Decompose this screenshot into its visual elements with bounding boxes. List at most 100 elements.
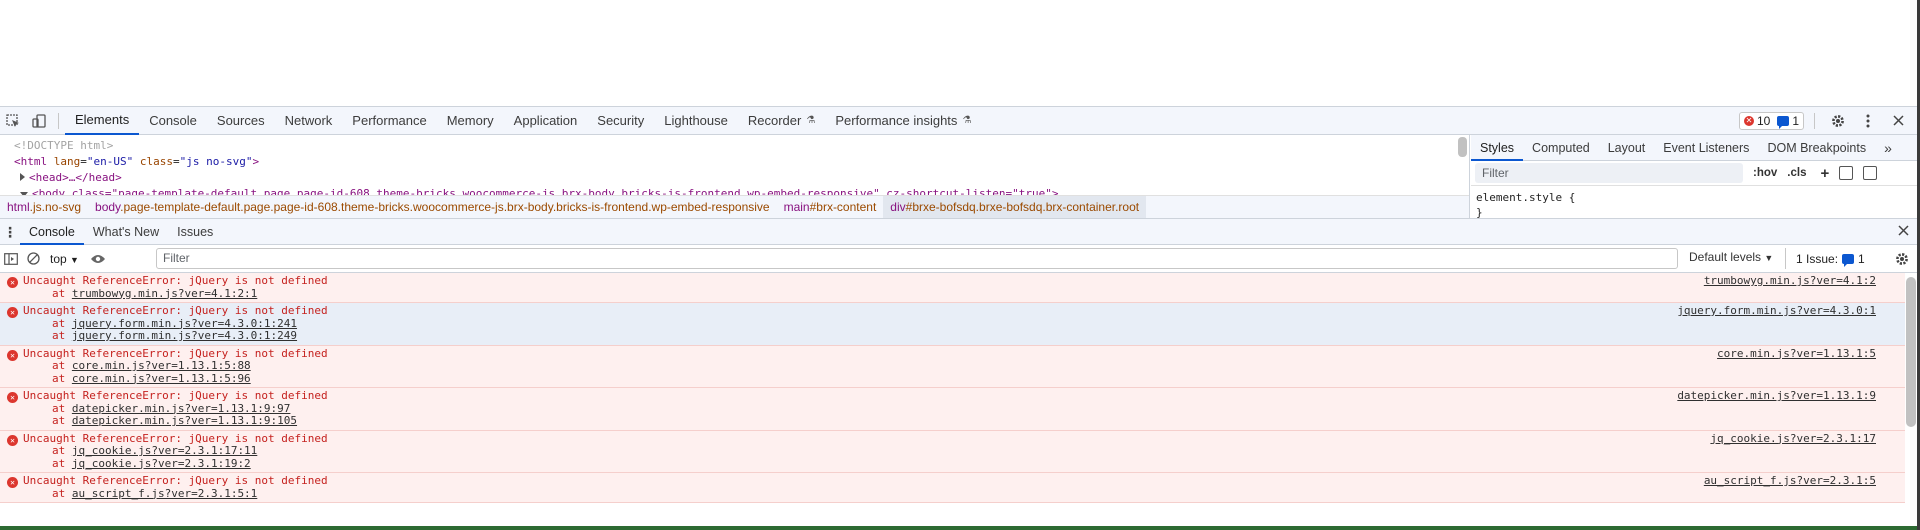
error-icon: ✕	[7, 307, 18, 318]
stack-frame-link[interactable]: core.min.js?ver=1.13.1:5:96	[72, 372, 251, 385]
more-tabs-chevron-icon[interactable]: »	[1875, 135, 1901, 161]
source-link[interactable]: datepicker.min.js?ver=1.13.1:9	[1677, 389, 1876, 403]
stack-frame-link[interactable]: core.min.js?ver=1.13.1:5:88	[72, 359, 251, 372]
dom-html-node[interactable]: <html lang="en-US" class="js no-svg">	[14, 154, 259, 169]
breadcrumb-item[interactable]: main#brx-content	[777, 196, 884, 219]
stack-frame-link[interactable]: datepicker.min.js?ver=1.13.1:9:97	[72, 402, 291, 415]
tab-application[interactable]: Application	[504, 107, 588, 135]
styles-tab-styles[interactable]: Styles	[1471, 135, 1524, 161]
console-scrollbar[interactable]	[1906, 277, 1916, 427]
body-tag: <body class="page-template-default page …	[32, 187, 1059, 195]
new-style-rule-button[interactable]: +	[1820, 165, 1829, 182]
element-style-rule[interactable]: element.style { }	[1471, 186, 1917, 218]
stack-frame: at au_script_f.js?ver=2.3.1:5:1	[52, 486, 258, 500]
dom-scrollbar[interactable]	[1458, 137, 1467, 157]
paint-bucket-icon[interactable]	[1839, 166, 1854, 180]
error-message-text: Uncaught ReferenceError: jQuery is not d…	[23, 346, 328, 360]
issues-counter-button[interactable]: 1 Issue: 1	[1785, 248, 1865, 269]
dom-body-node[interactable]: <body class="page-template-default page …	[20, 186, 1059, 195]
stack-frame-link[interactable]: jq_cookie.js?ver=2.3.1:19:2	[72, 457, 251, 470]
tab-lighthouse[interactable]: Lighthouse	[654, 107, 738, 135]
error-count-badge[interactable]: ✕ 10 1	[1738, 111, 1804, 130]
inspect-element-icon[interactable]	[0, 107, 26, 134]
dom-doctype[interactable]: <!DOCTYPE html>	[14, 138, 113, 153]
source-link[interactable]: jq_cookie.js?ver=2.3.1:17	[1710, 432, 1876, 446]
hov-toggle-button[interactable]: :hov	[1753, 167, 1777, 179]
tab-performance[interactable]: Performance	[342, 107, 436, 135]
tab-security[interactable]: Security	[587, 107, 654, 135]
stack-frame-link[interactable]: trumbowyg.min.js?ver=4.1:2:1	[72, 287, 257, 300]
styles-tab-dom-breakpoints[interactable]: DOM Breakpoints	[1758, 135, 1875, 161]
clear-console-icon[interactable]	[22, 246, 44, 272]
styles-tab-event-listeners[interactable]: Event Listeners	[1654, 135, 1758, 161]
styles-tab-computed[interactable]: Computed	[1523, 135, 1599, 161]
close-icon[interactable]	[1885, 107, 1911, 134]
tab-performance-insights[interactable]: Performance insights ⚗	[825, 107, 981, 135]
console-toolbar: top ▼ Filter Default levels ▼ 1 Issue: 1	[0, 245, 1917, 273]
console-filter-input[interactable]: Filter	[156, 248, 1678, 269]
breadcrumb-item[interactable]: div#brxe-bofsdq.brxe-bofsdq.brx-containe…	[883, 195, 1147, 218]
stack-frame: at datepicker.min.js?ver=1.13.1:9:105	[52, 414, 298, 427]
source-link[interactable]: au_script_f.js?ver=2.3.1:5	[1704, 474, 1876, 488]
tab-memory[interactable]: Memory	[437, 107, 504, 135]
stack-frame-link[interactable]: datepicker.min.js?ver=1.13.1:9:105	[72, 414, 297, 427]
live-expression-eye-icon[interactable]	[87, 246, 109, 272]
console-settings-gear-icon[interactable]	[1891, 246, 1913, 272]
console-error-message[interactable]: ✕ Uncaught ReferenceError: jQuery is not …	[0, 430, 1905, 473]
main-tab-strip: Elements Console Sources Network Performance…	[65, 107, 981, 135]
element-style-selector: element.style {	[1476, 191, 1576, 204]
elements-dom-tree: <!DOCTYPE html> <html lang="en-US" class…	[0, 135, 1470, 218]
stack-frame-link[interactable]: jquery.form.min.js?ver=4.3.0:1:241	[72, 317, 297, 330]
tab-network[interactable]: Network	[275, 107, 343, 135]
expand-arrow-icon[interactable]	[20, 173, 25, 181]
dom-head-node[interactable]: <head>…</head>	[20, 170, 122, 185]
message-count: 1	[1792, 113, 1799, 128]
cls-toggle-button[interactable]: .cls	[1787, 167, 1806, 179]
issues-label: 1 Issue:	[1796, 251, 1839, 266]
doctype-text: <!DOCTYPE html>	[14, 139, 114, 152]
stack-frame-link[interactable]: jquery.form.min.js?ver=4.3.0:1:249	[72, 329, 297, 342]
close-drawer-icon[interactable]	[1898, 224, 1917, 239]
toggle-sidebar-icon[interactable]	[1863, 166, 1878, 180]
experiment-flask-icon: ⚗	[962, 115, 972, 126]
breadcrumb-item[interactable]: html.js.no-svg	[0, 196, 88, 219]
tab-label: Performance insights	[835, 113, 958, 128]
styles-filter-row: Filter :hov .cls +	[1471, 161, 1917, 186]
error-icon: ✕	[7, 392, 18, 403]
device-toolbar-icon[interactable]	[26, 107, 52, 134]
styles-filter-input[interactable]: Filter	[1475, 163, 1743, 183]
tab-elements[interactable]: Elements	[65, 107, 140, 135]
drawer-tab-what-s-new[interactable]: What's New	[84, 219, 168, 245]
drawer-tab-issues[interactable]: Issues	[168, 219, 222, 245]
tab-label: Application	[513, 113, 578, 128]
tab-sources[interactable]: Sources	[207, 107, 275, 135]
gear-icon[interactable]	[1825, 107, 1851, 134]
console-error-message[interactable]: ✕ Uncaught ReferenceError: jQuery is not …	[0, 303, 1905, 346]
console-error-message[interactable]: ✕ Uncaught ReferenceError: jQuery is not …	[0, 345, 1905, 388]
drawer-tabs: Console What's New Issues	[20, 219, 222, 245]
console-error-message[interactable]: ✕ Uncaught ReferenceError: jQuery is not …	[0, 388, 1905, 431]
stack-frame-link[interactable]: jq_cookie.js?ver=2.3.1:17:11	[72, 444, 257, 457]
kebab-menu-icon[interactable]	[1855, 107, 1881, 134]
tab-recorder[interactable]: Recorder ⚗	[738, 107, 825, 135]
drawer-tab-console[interactable]: Console	[20, 219, 84, 245]
tab-label: Console	[149, 113, 197, 128]
tab-console[interactable]: Console	[139, 107, 207, 135]
log-levels-dropdown[interactable]: Default levels ▼	[1689, 250, 1773, 264]
drawer-menu-icon[interactable]: ⋮	[0, 219, 20, 245]
console-error-message[interactable]: ✕ Uncaught ReferenceError: jQuery is not …	[0, 473, 1905, 503]
source-link[interactable]: trumbowyg.min.js?ver=4.1:2	[1704, 274, 1876, 288]
breadcrumb-item[interactable]: body.page-template-default.page.page-id-…	[88, 196, 777, 219]
source-link[interactable]: core.min.js?ver=1.13.1:5	[1717, 347, 1876, 361]
console-error-message[interactable]: ✕ Uncaught ReferenceError: jQuery is not …	[0, 273, 1905, 303]
tab-label: Security	[597, 113, 645, 128]
stack-frame: at jquery.form.min.js?ver=4.3.0:1:249	[52, 329, 298, 342]
stack-frame: at jq_cookie.js?ver=2.3.1:19:2	[52, 456, 251, 470]
execution-context-select[interactable]: top ▼	[50, 252, 79, 266]
styles-tab-layout[interactable]: Layout	[1599, 135, 1655, 161]
stack-frame: at datepicker.min.js?ver=1.13.1:9:97	[52, 401, 291, 415]
console-sidebar-icon[interactable]	[0, 246, 22, 272]
error-icon: ✕	[7, 277, 18, 288]
source-link[interactable]: jquery.form.min.js?ver=4.3.0:1	[1677, 304, 1876, 318]
stack-frame-link[interactable]: au_script_f.js?ver=2.3.1:5:1	[72, 487, 257, 500]
